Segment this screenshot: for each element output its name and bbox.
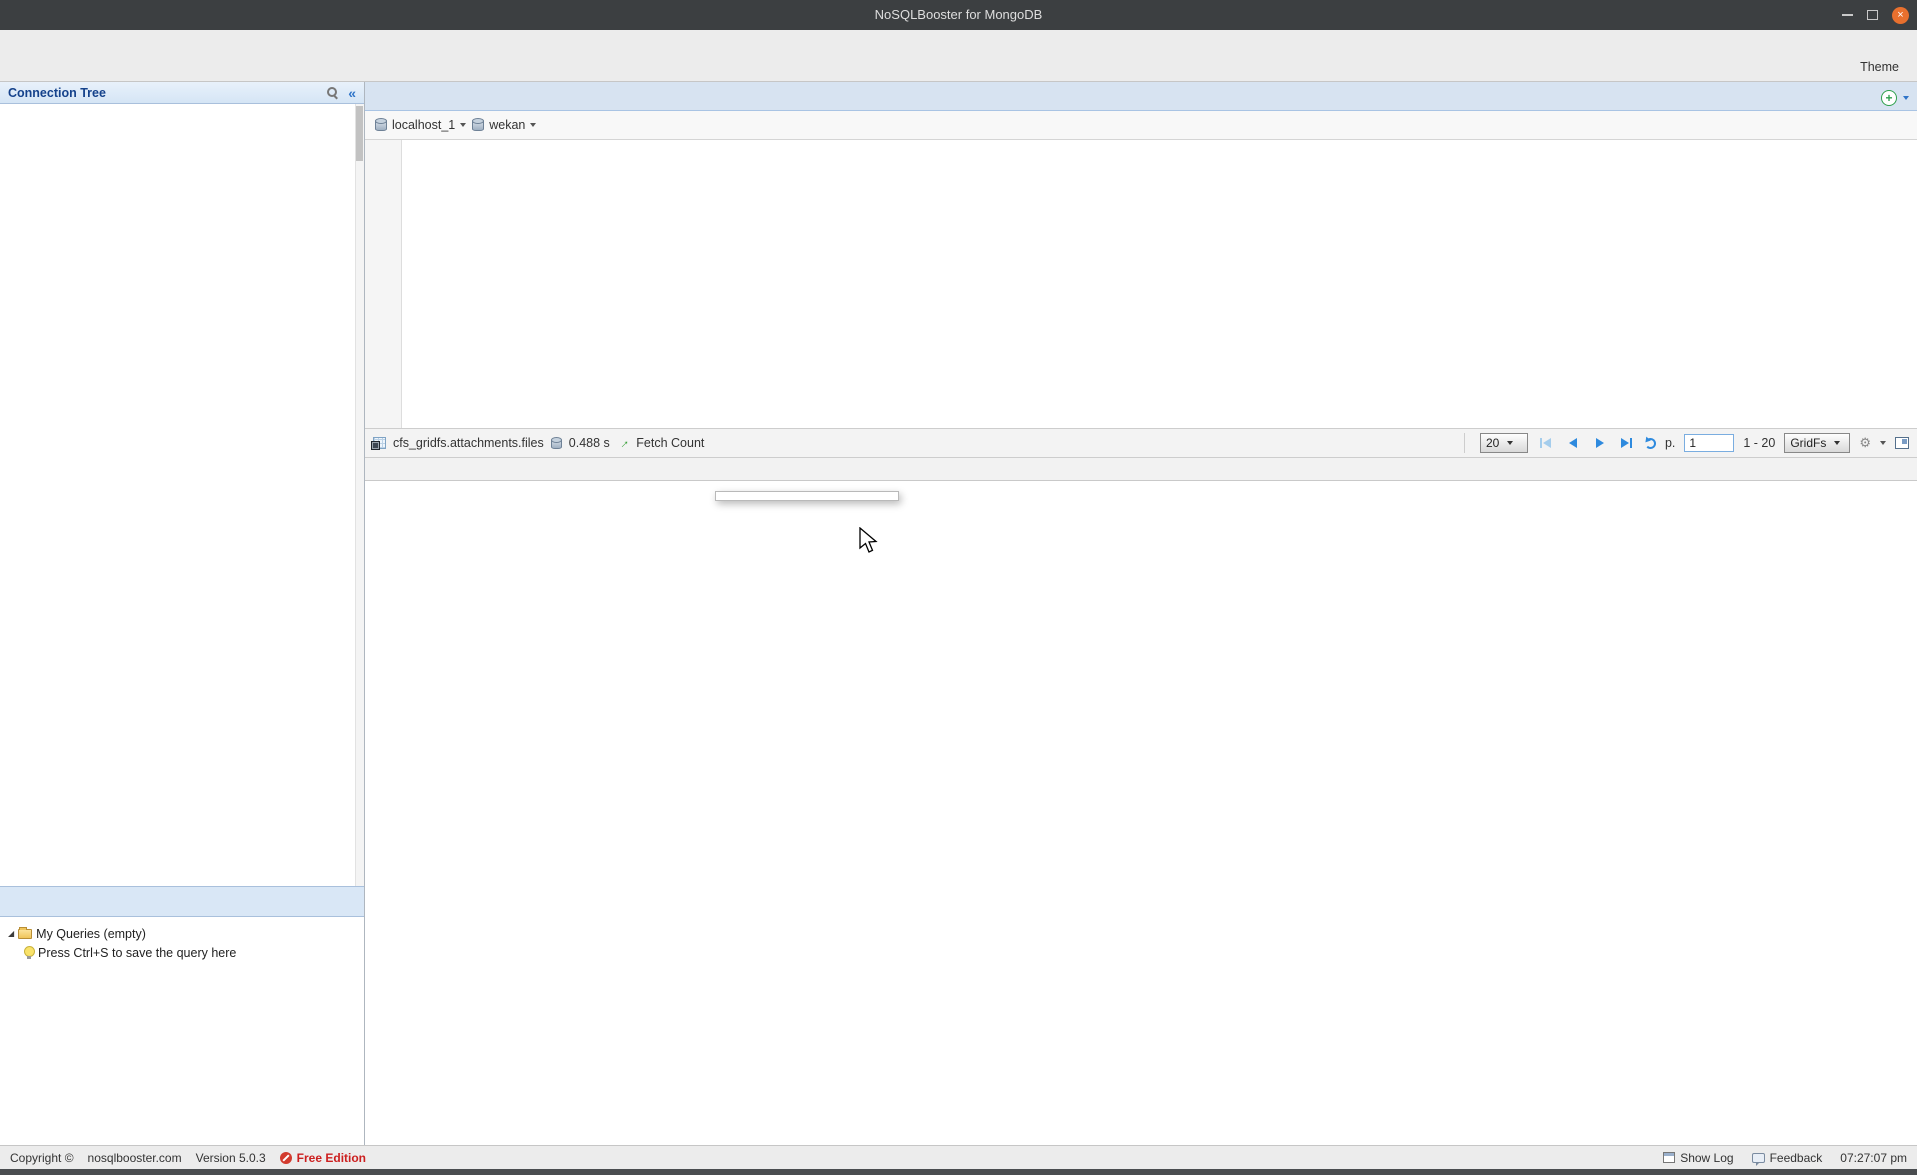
view-mode-select[interactable]: GridFs	[1784, 433, 1850, 453]
query-editor[interactable]	[365, 140, 1917, 428]
gear-icon[interactable]	[1859, 435, 1871, 451]
connection-tree	[0, 104, 364, 886]
last-page-button[interactable]	[1618, 435, 1636, 451]
log-icon	[1663, 1152, 1675, 1163]
first-page-button[interactable]	[1537, 435, 1555, 451]
main-panel: + localhost_1 wekan	[365, 82, 1917, 1145]
free-edition-badge: Free Edition	[280, 1151, 366, 1165]
breadcrumb-server[interactable]: localhost_1	[375, 118, 466, 132]
connection-tree-title: Connection Tree	[8, 86, 106, 100]
page-label: p.	[1665, 436, 1675, 450]
fetch-count-icon: →	[614, 434, 633, 453]
connection-tree-header: Connection Tree «	[0, 82, 364, 104]
fetch-count-button[interactable]: Fetch Count	[636, 436, 704, 450]
sidebar-scrollbar-thumb[interactable]	[356, 106, 363, 161]
site-link[interactable]: nosqlbooster.com	[88, 1151, 182, 1165]
database-icon	[472, 119, 484, 131]
collapse-sidebar-icon[interactable]: «	[348, 85, 356, 101]
minimize-icon[interactable]	[1842, 14, 1853, 16]
mouse-cursor	[858, 527, 878, 560]
save-query-hint-label: Press Ctrl+S to save the query here	[38, 946, 236, 960]
clock: 07:27:07 pm	[1840, 1151, 1907, 1165]
page-size-select[interactable]: 20	[1480, 433, 1528, 453]
title-bar: NoSQLBooster for MongoDB ×	[0, 0, 1917, 30]
lightbulb-icon	[24, 946, 34, 959]
prev-page-button[interactable]	[1564, 435, 1582, 451]
folder-icon	[18, 929, 32, 939]
queries-panel: ◢ My Queries (empty) Press Ctrl+S to sav…	[0, 886, 364, 1145]
theme-selector[interactable]: Theme	[1860, 60, 1911, 74]
results-grid	[365, 458, 1917, 1145]
chevron-down-icon[interactable]	[530, 123, 536, 127]
app-window: NoSQLBooster for MongoDB × Theme Connect…	[0, 0, 1917, 1175]
breadcrumb-server-label: localhost_1	[392, 118, 455, 132]
window-title: NoSQLBooster for MongoDB	[0, 0, 1917, 30]
chevron-down-icon[interactable]	[1880, 441, 1886, 445]
feedback-icon	[1752, 1153, 1765, 1163]
refresh-icon[interactable]	[1645, 438, 1656, 449]
breadcrumb: localhost_1 wekan	[365, 111, 1917, 140]
feedback-button[interactable]: Feedback	[1752, 1151, 1823, 1165]
save-query-hint: Press Ctrl+S to save the query here	[8, 943, 356, 962]
sidebar-scrollbar[interactable]	[355, 104, 364, 886]
tab-list-icon[interactable]	[1903, 96, 1909, 100]
next-page-button[interactable]	[1591, 435, 1609, 451]
results-toolbar: cfs_gridfs.attachments.files 0.488 s → F…	[365, 428, 1917, 458]
context-menu	[715, 491, 899, 501]
database-icon	[375, 119, 387, 131]
row-range: 1 - 20	[1743, 436, 1775, 450]
bottom-strip	[0, 1169, 1917, 1175]
status-bar: Copyright © nosqlbooster.com Version 5.0…	[0, 1145, 1917, 1169]
gridfs-icon	[373, 437, 386, 449]
elapsed-time: 0.488 s	[569, 436, 610, 450]
results-collection-name: cfs_gridfs.attachments.files	[393, 436, 544, 450]
breadcrumb-database[interactable]: wekan	[472, 118, 536, 132]
copyright-label: Copyright ©	[10, 1151, 74, 1165]
grid-header	[365, 458, 1917, 481]
breadcrumb-database-label: wekan	[489, 118, 525, 132]
maximize-results-icon[interactable]	[1895, 437, 1909, 449]
queries-panel-tabs	[0, 887, 364, 917]
elapsed-time-icon	[551, 438, 562, 449]
menu-bar	[0, 30, 1917, 52]
free-edition-icon	[280, 1152, 292, 1164]
show-log-button[interactable]: Show Log	[1663, 1151, 1733, 1165]
my-queries-root[interactable]: ◢ My Queries (empty)	[8, 924, 356, 943]
sidebar: Connection Tree « ◢ My Queries (empty)	[0, 82, 365, 1145]
maximize-icon[interactable]	[1867, 10, 1878, 20]
search-icon[interactable]	[327, 87, 338, 98]
page-input[interactable]: 1	[1684, 434, 1734, 452]
version-label: Version 5.0.3	[196, 1151, 266, 1165]
tab-bar: +	[365, 82, 1917, 111]
close-icon[interactable]: ×	[1892, 7, 1909, 24]
toolbar: Theme	[0, 52, 1917, 82]
add-tab-icon[interactable]: +	[1881, 90, 1897, 106]
my-queries-root-label: My Queries (empty)	[36, 927, 146, 941]
expander-open-icon[interactable]: ◢	[8, 929, 14, 938]
editor-gutter	[365, 140, 402, 428]
chevron-down-icon[interactable]	[460, 123, 466, 127]
